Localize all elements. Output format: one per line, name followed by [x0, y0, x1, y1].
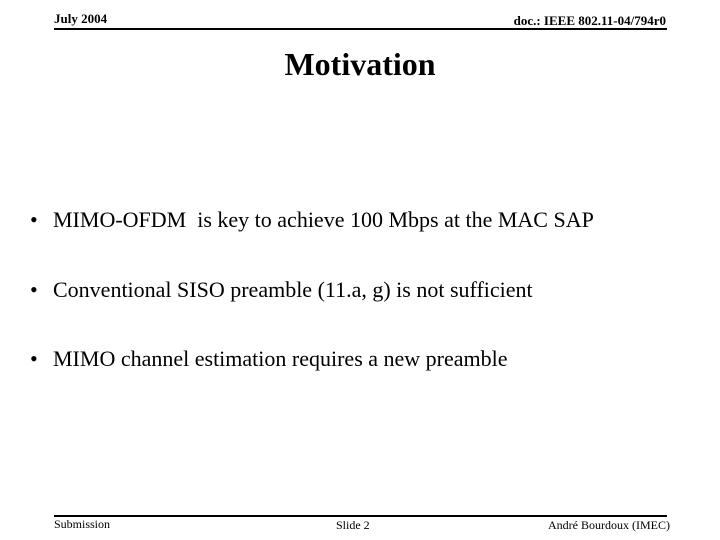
bullet-text: MIMO channel estimation requires a new p… [53, 346, 508, 371]
header-date: July 2004 [54, 11, 108, 26]
footer-divider [54, 515, 667, 517]
bullet-text: Conventional SISO preamble (11.a, g) is … [53, 277, 533, 302]
header-divider [54, 28, 667, 30]
header-doc-id: doc.: IEEE 802.11-04/794r0 [513, 13, 666, 28]
footer-submission: Submission [54, 517, 111, 531]
bullet-icon: • [30, 346, 38, 371]
footer-author: André Bourdoux (IMEC) [548, 518, 670, 532]
bullet-icon: • [30, 277, 38, 302]
bullet-icon: • [30, 207, 38, 232]
footer-slide-number: Slide 2 [336, 518, 370, 532]
slide-title: Motivation [284, 46, 436, 82]
bullet-text: MIMO-OFDM is key to achieve 100 Mbps at … [53, 207, 594, 232]
